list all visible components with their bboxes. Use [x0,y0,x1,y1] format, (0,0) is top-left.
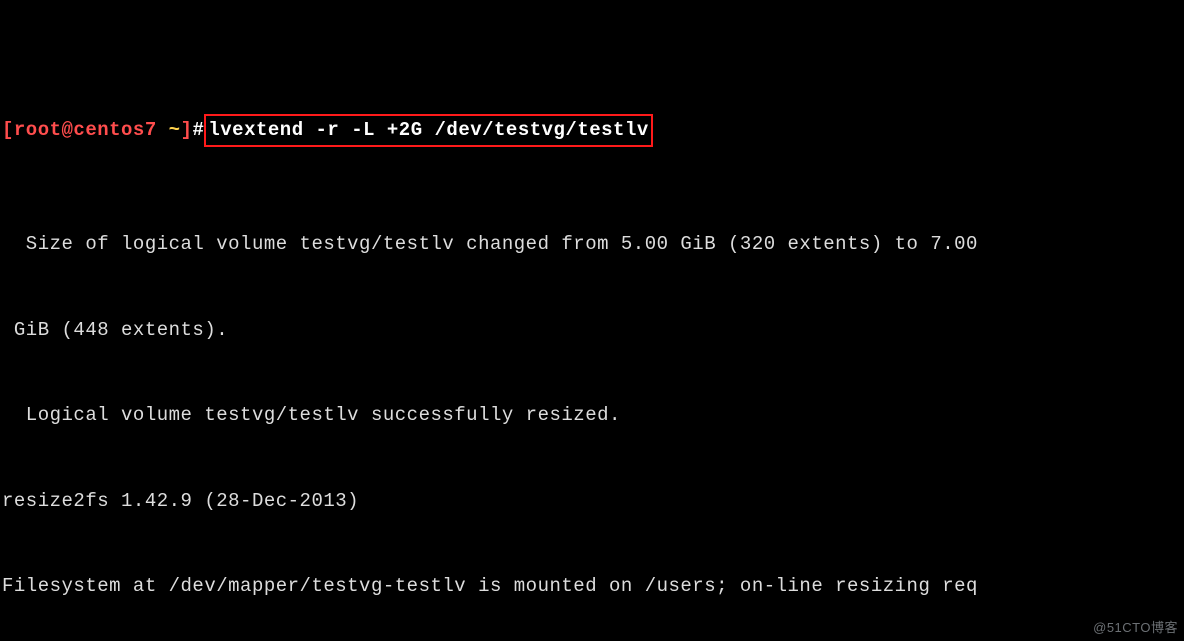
output-line: Size of logical volume testvg/testlv cha… [2,230,1180,259]
output-line: Logical volume testvg/testlv successfull… [2,401,1180,430]
command-lvextend: lvextend -r -L +2G /dev/testvg/testlv [208,119,648,141]
prompt-close-bracket: ] [181,119,193,141]
prompt-at: @ [62,119,74,141]
prompt-user: root [14,119,62,141]
prompt-symbol: # [192,119,204,141]
output-line: resize2fs 1.42.9 (28-Dec-2013) [2,487,1180,516]
output-line: Filesystem at /dev/mapper/testvg-testlv … [2,572,1180,601]
prompt-host: centos7 [73,119,156,141]
prompt-open-bracket: [ [2,119,14,141]
watermark: @51CTO博客 [1093,618,1178,638]
prompt-cwd: ~ [169,119,181,141]
highlight-cmd-lvextend: lvextend -r -L +2G /dev/testvg/testlv [204,114,652,147]
output-line: GiB (448 extents). [2,316,1180,345]
terminal[interactable]: [root@centos7 ~]#lvextend -r -L +2G /dev… [0,0,1184,641]
prompt-line-1: [root@centos7 ~]#lvextend -r -L +2G /dev… [2,116,1180,145]
